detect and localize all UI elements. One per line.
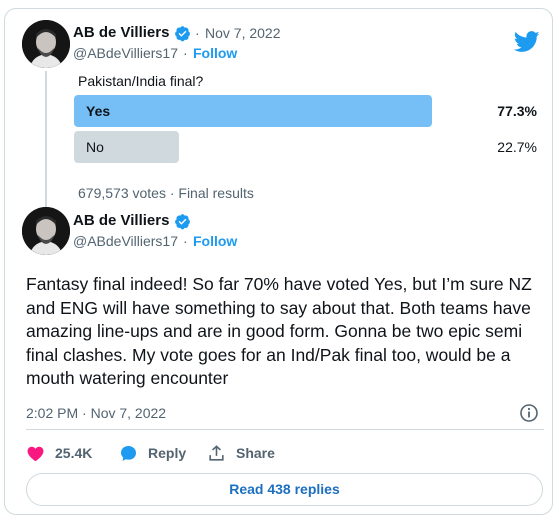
poll-question: Pakistan/India final? xyxy=(78,73,204,89)
separator-dot: · xyxy=(183,45,188,61)
reply-bubble-icon xyxy=(120,445,137,461)
follow-button[interactable]: Follow xyxy=(193,233,237,249)
poll-option-bar-yes xyxy=(74,95,432,127)
tweet-timestamp[interactable]: 2:02 PM · Nov 7, 2022 xyxy=(26,405,166,421)
thread-connector-line xyxy=(45,71,47,209)
author-handle[interactable]: @ABdeVilliers17 xyxy=(73,45,178,61)
divider xyxy=(26,429,544,430)
verified-badge-icon xyxy=(175,26,190,42)
share-label: Share xyxy=(236,445,275,461)
poll-option-label-yes: Yes xyxy=(86,103,111,119)
info-icon[interactable] xyxy=(519,403,539,423)
author-name[interactable]: AB de Villiers xyxy=(73,24,169,41)
share-button[interactable]: Share xyxy=(207,441,275,465)
tweet-date-link[interactable]: Nov 7, 2022 xyxy=(205,25,281,41)
like-count: 25.4K xyxy=(55,445,93,461)
author-name[interactable]: AB de Villiers xyxy=(73,212,169,229)
follow-button[interactable]: Follow xyxy=(193,45,237,61)
read-replies-button[interactable]: Read 438 replies xyxy=(26,473,543,506)
tweet-text: Fantasy final indeed! So far 70% have vo… xyxy=(26,274,532,388)
avatar[interactable] xyxy=(22,207,70,255)
verified-badge-icon xyxy=(175,214,190,230)
separator-dot: · xyxy=(183,233,188,249)
poll-option-label-no: No xyxy=(86,139,104,155)
avatar[interactable] xyxy=(22,20,70,68)
like-button[interactable]: 25.4K xyxy=(26,441,92,465)
separator-dot: · xyxy=(195,25,200,41)
share-icon xyxy=(209,444,224,461)
poll-option-percent-yes: 77.3% xyxy=(497,103,537,119)
twitter-bird-icon[interactable] xyxy=(514,31,540,53)
tweet-embed-card: AB de Villiers · Nov 7, 2022 @ABdeVillie… xyxy=(4,8,553,515)
reply-label: Reply xyxy=(148,445,187,461)
reply-button[interactable]: Reply xyxy=(119,441,186,465)
poll-option-percent-no: 22.7% xyxy=(497,139,537,155)
author-handle[interactable]: @ABdeVilliers17 xyxy=(73,233,178,249)
heart-icon xyxy=(27,446,44,461)
poll-meta: 679,573 votes · Final results xyxy=(78,185,254,201)
